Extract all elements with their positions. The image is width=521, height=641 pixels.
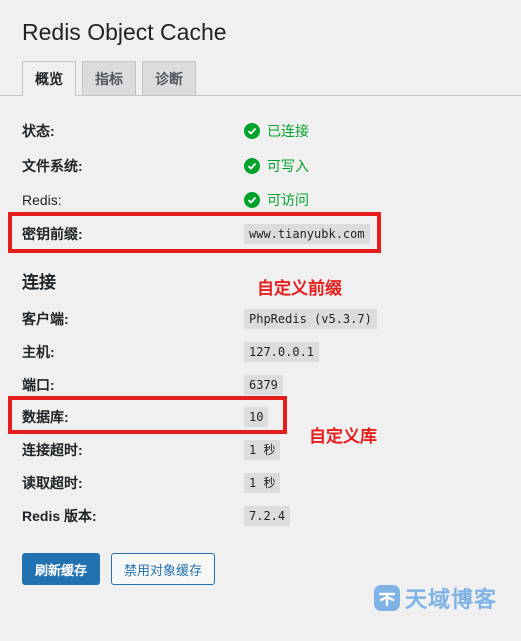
database-highlight-box — [8, 396, 287, 434]
read-timeout-value: 1 秒 — [244, 472, 281, 494]
status-row: 状态: 已连接 — [22, 120, 502, 142]
port-value: 6379 — [244, 374, 283, 396]
tab-metrics[interactable]: 指标 — [82, 61, 136, 95]
tianyu-logo-icon — [373, 584, 401, 612]
filesystem-value: 可写入 — [244, 156, 309, 176]
filesystem-row: 文件系统: 可写入 — [22, 155, 502, 177]
prefix-annotation: 自定义前缀 — [257, 279, 342, 298]
watermark-text: 天域博客 — [405, 587, 498, 612]
connect-timeout-row: 连接超时: 1 秒 — [22, 439, 502, 461]
prefix-highlight-box — [8, 212, 381, 253]
tab-overview[interactable]: 概览 — [22, 61, 76, 96]
redis-text: 可访问 — [267, 192, 309, 208]
check-circle-icon — [244, 123, 260, 139]
redis-version-row: Redis 版本: 7.2.4 — [22, 505, 502, 527]
redis-row: Redis: 可访问 — [22, 189, 502, 211]
redis-version-label: Redis 版本: — [22, 508, 97, 524]
status-value: 已连接 — [244, 121, 309, 141]
redis-value: 可访问 — [244, 190, 309, 210]
port-label: 端口: — [22, 377, 55, 393]
tab-divider — [0, 95, 521, 96]
database-annotation: 自定义库 — [309, 427, 377, 446]
filesystem-label: 文件系统: — [22, 158, 83, 174]
check-circle-icon — [244, 158, 260, 174]
read-timeout-label: 读取超时: — [22, 475, 83, 491]
host-label: 主机: — [22, 344, 55, 360]
port-row: 端口: 6379 — [22, 374, 502, 396]
check-circle-icon — [244, 192, 260, 208]
status-label: 状态: — [22, 123, 55, 139]
client-value: PhpRedis (v5.3.7) — [244, 308, 377, 330]
tab-bar: 概览 指标 诊断 — [22, 61, 196, 96]
connect-timeout-value: 1 秒 — [244, 439, 281, 461]
client-label: 客户端: — [22, 311, 69, 327]
connect-timeout-label: 连接超时: — [22, 442, 83, 458]
watermark: 天域博客 — [373, 582, 497, 614]
filesystem-text: 可写入 — [267, 158, 309, 174]
client-row: 客户端: PhpRedis (v5.3.7) — [22, 308, 502, 330]
disable-object-cache-button[interactable]: 禁用对象缓存 — [111, 553, 215, 585]
redis-label: Redis: — [22, 192, 62, 208]
tab-diagnostics[interactable]: 诊断 — [142, 61, 196, 95]
page-title: Redis Object Cache — [22, 19, 227, 45]
read-timeout-row: 读取超时: 1 秒 — [22, 472, 502, 494]
connection-heading: 连接 — [22, 273, 56, 292]
host-value: 127.0.0.1 — [244, 341, 320, 363]
redis-version-value: 7.2.4 — [244, 505, 291, 527]
host-row: 主机: 127.0.0.1 — [22, 341, 502, 363]
flush-cache-button[interactable]: 刷新缓存 — [22, 553, 100, 585]
status-text: 已连接 — [267, 123, 309, 139]
